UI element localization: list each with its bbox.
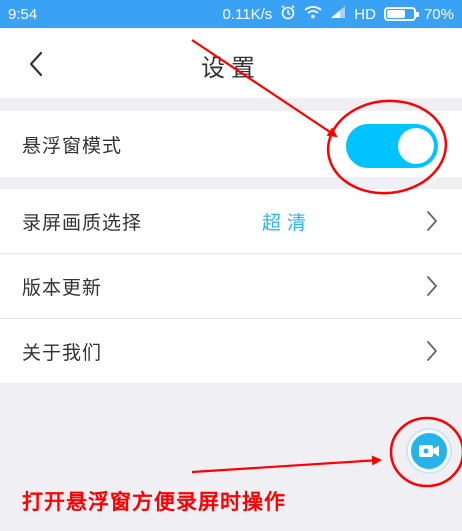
float-button-arrow (191, 455, 382, 474)
battery-icon (383, 7, 419, 21)
quality-value: 超清 (262, 211, 313, 234)
annotation-caption: 打开悬浮窗方便录屏时操作 (22, 490, 286, 514)
network-speed: 0.11K/s (222, 5, 273, 23)
battery-level (386, 10, 406, 18)
float-window-toggle[interactable] (346, 124, 438, 168)
chevron-right-icon (427, 341, 437, 361)
float-window-label: 悬浮窗模式 (22, 134, 123, 157)
update-row[interactable]: 版本更新 (0, 254, 462, 318)
chevron-right-icon (427, 211, 437, 231)
about-label: 关于我们 (22, 341, 103, 364)
quality-row[interactable]: 录屏画质选择 超清 (0, 189, 462, 253)
floating-record-button[interactable] (408, 430, 450, 472)
alarm-icon (280, 4, 296, 24)
about-row[interactable]: 关于我们 (0, 319, 462, 383)
battery-percent: 70% (423, 5, 454, 23)
float-window-row: 悬浮窗模式 (0, 111, 462, 177)
status-time: 9:54 (8, 5, 38, 23)
page-title: 设置 (201, 54, 261, 82)
header: 设置 (0, 28, 462, 98)
video-camera-icon (419, 445, 439, 457)
update-label: 版本更新 (22, 276, 103, 299)
chevron-right-icon (427, 276, 437, 296)
signal-icon (330, 5, 346, 23)
wifi-icon (304, 5, 322, 23)
status-icons: 0.11K/s HD 70% (223, 4, 454, 24)
toggle-knob (398, 128, 434, 164)
network-type: HD (354, 5, 376, 23)
status-bar: 9:54 0.11K/s HD 70% (0, 0, 462, 28)
quality-label: 录屏画质选择 (22, 211, 143, 234)
